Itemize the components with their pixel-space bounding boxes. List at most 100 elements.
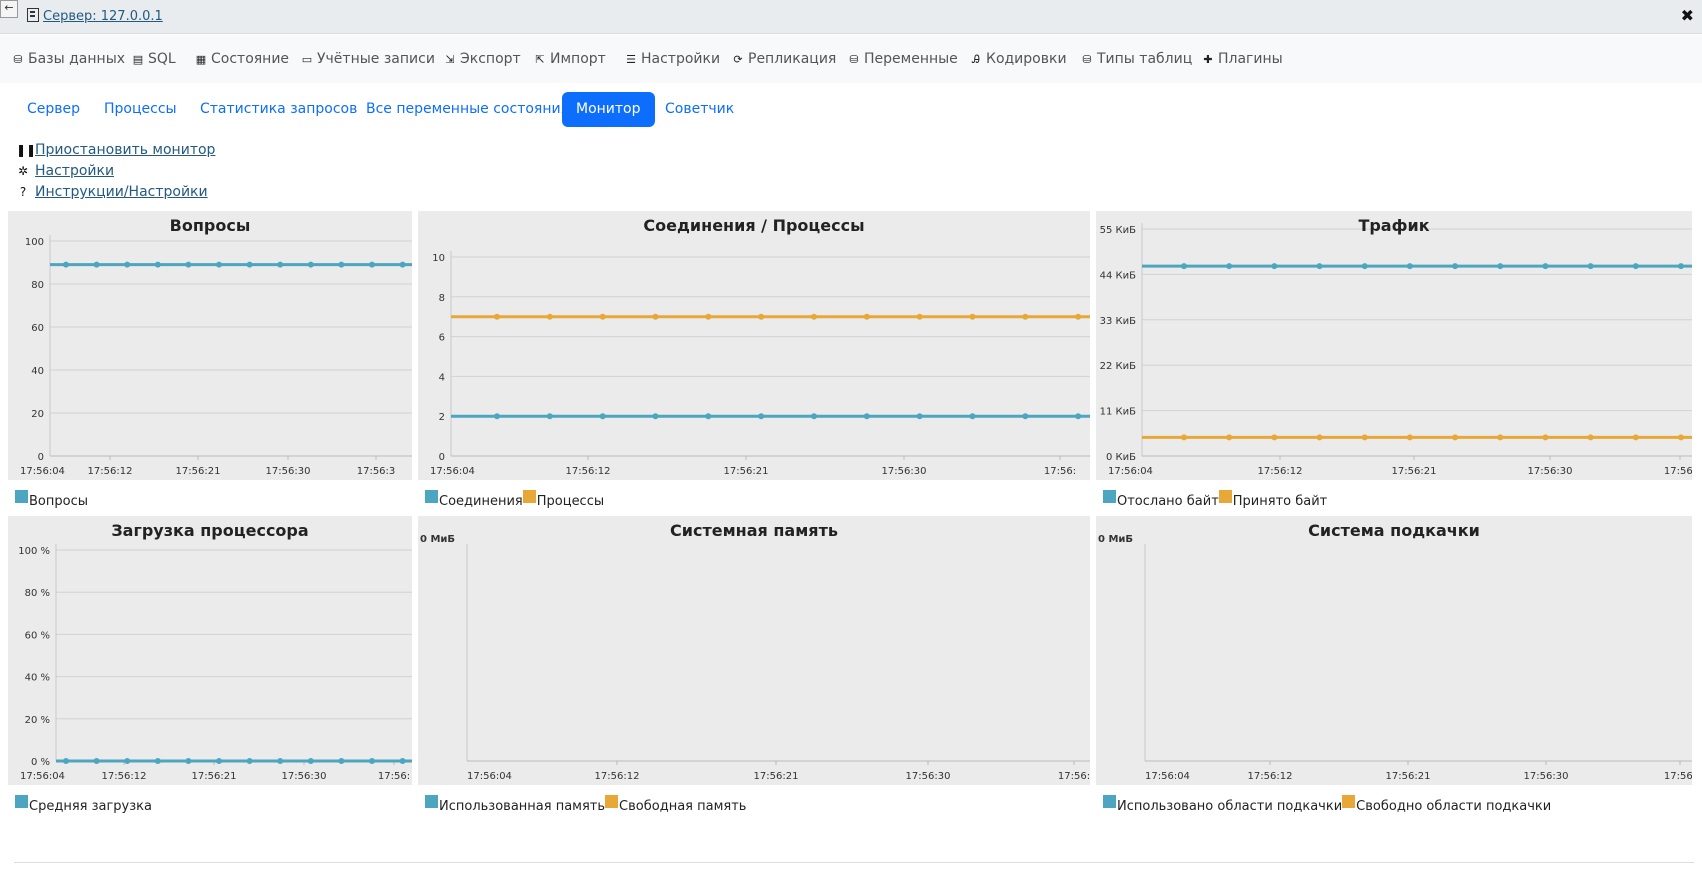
back-arrow-icon[interactable]: ←	[0, 0, 18, 18]
data-point	[185, 758, 192, 764]
x-tick-label: 17:56:21	[1392, 466, 1437, 477]
menu-item-engines[interactable]: ⛁ Типы таблиц	[1081, 51, 1192, 67]
menu-item-label: Учётные записи	[317, 51, 435, 67]
data-point	[1271, 263, 1278, 270]
data-point	[399, 758, 406, 764]
legend-label: Использовано области подкачки	[1117, 799, 1343, 814]
y-tick-label: 10	[432, 253, 445, 264]
chart-panel-memory: 0 МиБ 17:56:04 17:56:12 17:56:21 17:56:30 17:…	[418, 516, 1090, 785]
data-point	[154, 261, 161, 268]
legend-swatch	[1342, 795, 1356, 808]
data-point	[93, 758, 100, 764]
x-tick-label: 17:56:	[1664, 771, 1692, 782]
x-tick-label: 17:56:	[1664, 466, 1692, 477]
data-point	[1316, 434, 1323, 441]
menu-item-label: Типы таблиц	[1097, 51, 1193, 67]
tab-all-status-variables[interactable]: Все переменные состояния	[352, 92, 583, 127]
pause-monitor-row: ❚❚Приостановить монитор	[16, 140, 215, 161]
data-point	[1181, 263, 1187, 270]
menu-item-label: Репликация	[748, 51, 837, 67]
menu-item-plugins[interactable]: ✚ Плагины	[1202, 51, 1283, 67]
monitor-actions: ❚❚Приостановить монитор ✲ Настройки ? Инст…	[16, 140, 215, 203]
data-point	[1497, 434, 1504, 441]
chart-title: Трафик	[1358, 216, 1430, 235]
tab-monitor[interactable]: Монитор	[562, 92, 655, 127]
chart-svg: 0 МиБ17:56:04 17:56:12 17:56:21 17:56:30 17:…	[1098, 534, 1692, 782]
y-tick-label: 22 КиБ	[1100, 361, 1137, 372]
data-point	[1075, 313, 1082, 320]
menu-item-label: Переменные	[864, 51, 958, 67]
legend-swatch	[1218, 490, 1232, 503]
export-icon: ⇲	[445, 53, 455, 66]
chart-title: Система подкачки	[1308, 521, 1480, 540]
data-point	[307, 261, 314, 268]
main-menu: ⛁ Базы данных ▤ SQL ▦ Состояние ▭ Учётные за…	[0, 35, 1702, 83]
y-tick-label: 6	[439, 333, 445, 344]
tab-query-statistics[interactable]: Статистика запросов	[186, 92, 371, 127]
database-icon: ⛁	[13, 53, 23, 66]
y-tick-label: 40	[31, 366, 44, 377]
gear-icon: ✲	[17, 164, 29, 178]
chart-svg: 0 МиБ17:56:04 17:56:12 17:56:21 17:56:30 17:…	[420, 534, 1090, 782]
legend-swatch	[522, 490, 536, 503]
monitor-settings-link[interactable]: Настройки	[35, 163, 114, 179]
menu-item-databases[interactable]: ⛁ Базы данных	[12, 51, 125, 67]
data-point	[1226, 263, 1233, 270]
x-tick-label: 17:56:04	[1145, 771, 1190, 782]
data-point	[277, 261, 284, 268]
help-icon: ?	[19, 185, 27, 199]
data-point	[969, 413, 976, 420]
data-point	[1181, 434, 1187, 441]
menu-item-import[interactable]: ⇱ Импорт	[534, 51, 605, 67]
menu-item-label: Базы данных	[28, 51, 126, 67]
data-point	[599, 313, 606, 320]
tab-advisor[interactable]: Советчик	[651, 92, 748, 127]
settings-row: ✲ Настройки	[16, 161, 215, 182]
server-link[interactable]: Сервер: 127.0.0.1	[43, 9, 163, 24]
menu-item-status[interactable]: ▦ Состояние	[195, 51, 289, 67]
close-icon[interactable]: ✖	[1681, 6, 1694, 25]
data-point	[1632, 434, 1639, 441]
legend-label: Свободная память	[619, 799, 747, 814]
chart-title: Загрузка процессора	[111, 521, 309, 540]
menu-item-settings[interactable]: ☰ Настройки	[625, 51, 720, 67]
y-tick-label: 80	[31, 280, 44, 291]
chart-panel-traffic: 0 КиБ 11 КиБ 22 КиБ 33 КиБ 44 КиБ 55 КиБ 17:56…	[1096, 211, 1692, 480]
instructions-link[interactable]: Инструкции/Настройки	[35, 184, 208, 200]
legend-swatch	[425, 490, 438, 503]
legend-swatch	[1103, 795, 1116, 808]
data-point	[1316, 263, 1323, 270]
data-point	[1542, 263, 1549, 270]
menu-item-accounts[interactable]: ▭ Учётные записи	[301, 51, 435, 67]
x-tick-label: 17:56:21	[754, 771, 799, 782]
pause-monitor-link[interactable]: Приостановить монитор	[35, 142, 215, 158]
menu-item-variables[interactable]: ⛁ Переменные	[848, 51, 958, 67]
menu-item-label: Экспорт	[460, 51, 521, 67]
x-tick-label: 17:56:30	[266, 466, 311, 477]
x-tick-label: 17:56:	[1044, 466, 1076, 477]
data-point	[1587, 434, 1594, 441]
menu-item-charsets[interactable]: Ꭿ Кодировки	[970, 51, 1067, 67]
tab-processes[interactable]: Процессы	[90, 92, 191, 127]
legend-swatch	[1103, 490, 1116, 503]
data-point	[369, 261, 375, 268]
y-tick-label: 100 %	[18, 546, 50, 557]
menu-item-replication[interactable]: ⟳ Репликация	[732, 51, 836, 67]
y-tick-label: 0	[439, 452, 445, 463]
tab-server[interactable]: Сервер	[13, 92, 94, 127]
legend-swatch	[15, 795, 28, 808]
y-tick-label: 60 %	[25, 630, 50, 641]
data-point	[1677, 434, 1684, 441]
menu-item-label: Плагины	[1218, 51, 1283, 67]
y-tick-label: 60	[31, 323, 44, 334]
data-point	[185, 261, 192, 268]
menu-item-export[interactable]: ⇲ Экспорт	[444, 51, 521, 67]
data-point	[307, 758, 314, 764]
legend-swatch	[605, 795, 619, 808]
data-point	[652, 313, 659, 320]
chart-svg: 0 2 4 6 8 10 17:56:04 17:56:12 17:56:21 17:56:30 1…	[430, 251, 1090, 477]
chart-legend: Вопросы	[15, 490, 88, 509]
data-point	[124, 758, 131, 764]
legend-label: Средняя загрузка	[29, 799, 152, 814]
menu-item-sql[interactable]: ▤ SQL	[132, 51, 176, 67]
